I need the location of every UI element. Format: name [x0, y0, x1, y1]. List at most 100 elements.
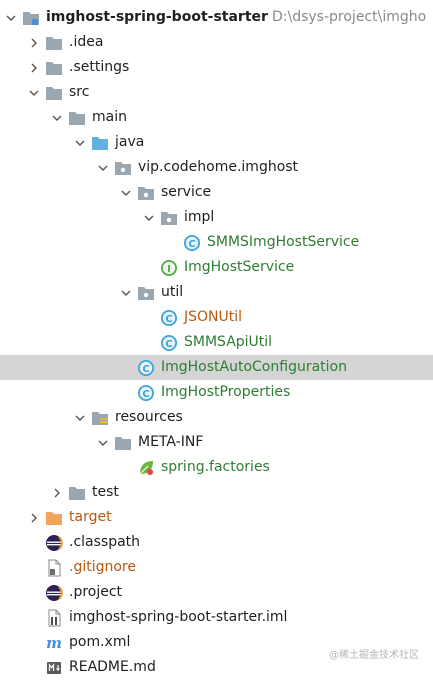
class-icon: C	[137, 359, 155, 377]
tree-item-classpath[interactable]: .classpath	[0, 530, 433, 555]
tree-item-label: java	[115, 134, 145, 150]
watermark: @稀土掘金技术社区	[329, 650, 419, 661]
tree-item-label: vip.codehome.imghost	[138, 159, 299, 175]
svg-text:C: C	[188, 239, 195, 250]
tree-item-package-imghost[interactable]: vip.codehome.imghost	[0, 155, 433, 180]
tree-item-label: imghost-spring-boot-starter	[46, 9, 268, 25]
tree-item-label: util	[161, 284, 184, 300]
tree-item-smms-img-host-service[interactable]: C SMMSImgHostService	[0, 230, 433, 255]
expand-arrow-down-icon[interactable]	[74, 130, 86, 155]
svg-text:C: C	[165, 314, 172, 325]
tree-item-label: imghost-spring-boot-starter.iml	[69, 609, 288, 625]
spring-leaf-icon	[137, 459, 155, 477]
tree-item-label: META-INF	[138, 434, 204, 450]
tree-item-label: src	[69, 84, 90, 100]
tree-item-label: impl	[184, 209, 215, 225]
folder-icon	[68, 484, 86, 502]
class-icon: C	[160, 309, 178, 327]
tree-item-meta-inf[interactable]: META-INF	[0, 430, 433, 455]
tree-item-img-host-service[interactable]: I ImgHostService	[0, 255, 433, 280]
tree-item-label: SMMSImgHostService	[207, 234, 360, 250]
tree-item-label: test	[92, 484, 119, 500]
maven-icon: m	[45, 634, 63, 652]
tree-item-label: main	[92, 109, 127, 125]
tree-item-label: spring.factories	[161, 459, 270, 475]
tree-item-resources[interactable]: resources	[0, 405, 433, 430]
eclipse-icon	[45, 534, 63, 552]
project-tree: imghost-spring-boot-starter D:\dsys-proje…	[0, 5, 433, 680]
collapse-arrow-right-icon[interactable]	[28, 55, 40, 80]
tree-item-label: .project	[69, 584, 123, 600]
expand-arrow-down-icon[interactable]	[28, 80, 40, 105]
tree-item-label: resources	[115, 409, 183, 425]
tree-item-label: target	[69, 509, 112, 525]
tree-item-idea[interactable]: .idea	[0, 30, 433, 55]
expand-arrow-down-icon[interactable]	[5, 5, 17, 30]
tree-item-smms-api-util[interactable]: C SMMSApiUtil	[0, 330, 433, 355]
expand-arrow-down-icon[interactable]	[120, 280, 132, 305]
tree-item-spring-factories[interactable]: spring.factories	[0, 455, 433, 480]
package-icon	[137, 184, 155, 202]
svg-text:C: C	[142, 364, 149, 375]
markdown-icon	[45, 659, 63, 677]
svg-text:I: I	[167, 264, 171, 275]
tree-item-label: ImgHostService	[184, 259, 295, 275]
svg-text:C: C	[142, 389, 149, 400]
folder-icon	[45, 59, 63, 77]
source-folder-icon	[91, 134, 109, 152]
expand-arrow-down-icon[interactable]	[97, 430, 109, 455]
tree-item-java[interactable]: java	[0, 130, 433, 155]
collapse-arrow-right-icon[interactable]	[51, 480, 63, 505]
expand-arrow-down-icon[interactable]	[143, 205, 155, 230]
package-icon	[114, 159, 132, 177]
folder-icon	[114, 434, 132, 452]
tree-item-settings[interactable]: .settings	[0, 55, 433, 80]
iml-file-icon	[45, 609, 63, 627]
folder-icon	[68, 109, 86, 127]
tree-item-service[interactable]: service	[0, 180, 433, 205]
collapse-arrow-right-icon[interactable]	[28, 505, 40, 530]
tree-item-main[interactable]: main	[0, 105, 433, 130]
tree-item-project-root[interactable]: imghost-spring-boot-starter D:\dsys-proje…	[0, 5, 433, 30]
folder-icon	[45, 34, 63, 52]
collapse-arrow-right-icon[interactable]	[28, 30, 40, 55]
tree-item-src[interactable]: src	[0, 80, 433, 105]
folder-icon	[45, 84, 63, 102]
svg-text:m: m	[46, 634, 62, 652]
svg-text:C: C	[165, 339, 172, 350]
tree-item-label: .classpath	[69, 534, 141, 550]
class-icon: C	[183, 234, 201, 252]
resources-folder-icon	[91, 409, 109, 427]
tree-item-project-file[interactable]: .project	[0, 580, 433, 605]
class-icon: C	[137, 384, 155, 402]
tree-item-json-util[interactable]: C JSONUtil	[0, 305, 433, 330]
expand-arrow-down-icon[interactable]	[51, 105, 63, 130]
tree-item-test[interactable]: test	[0, 480, 433, 505]
expand-arrow-down-icon[interactable]	[97, 155, 109, 180]
tree-item-label: ImgHostAutoConfiguration	[161, 359, 347, 375]
tree-item-label: .gitignore	[69, 559, 136, 575]
file-icon	[45, 559, 63, 577]
interface-icon: I	[160, 259, 178, 277]
tree-item-img-host-properties[interactable]: C ImgHostProperties	[0, 380, 433, 405]
tree-item-label: JSONUtil	[184, 309, 243, 325]
tree-item-label: .idea	[69, 34, 104, 50]
tree-item-label: pom.xml	[69, 634, 131, 650]
tree-item-label: README.md	[69, 659, 156, 675]
tree-item-img-host-auto-configuration[interactable]: C ImgHostAutoConfiguration	[0, 355, 433, 380]
tree-item-iml[interactable]: imghost-spring-boot-starter.iml	[0, 605, 433, 630]
package-icon	[137, 284, 155, 302]
tree-item-label: ImgHostProperties	[161, 384, 291, 400]
expand-arrow-down-icon[interactable]	[120, 180, 132, 205]
project-path: D:\dsys-project\imgho	[272, 9, 427, 25]
tree-item-util[interactable]: util	[0, 280, 433, 305]
tree-item-label: service	[161, 184, 212, 200]
class-icon: C	[160, 334, 178, 352]
module-folder-icon	[22, 9, 40, 27]
tree-item-gitignore[interactable]: .gitignore	[0, 555, 433, 580]
excluded-folder-icon	[45, 509, 63, 527]
tree-item-label: SMMSApiUtil	[184, 334, 273, 350]
tree-item-target[interactable]: target	[0, 505, 433, 530]
tree-item-impl[interactable]: impl	[0, 205, 433, 230]
expand-arrow-down-icon[interactable]	[74, 405, 86, 430]
